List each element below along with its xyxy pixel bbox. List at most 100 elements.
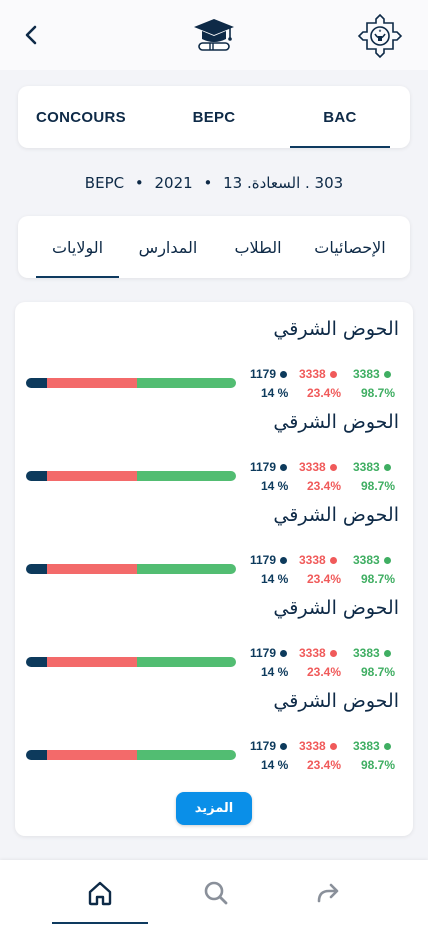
section-tabs: الولايات المدارس الطلاب الإحصائيات — [18, 216, 410, 278]
bar-segment-red — [47, 564, 138, 574]
dot-green-icon — [383, 742, 391, 750]
pct-dark: 14 % — [261, 758, 289, 772]
subtitle-year: 2021 — [154, 174, 193, 192]
pct-red: 23.4% — [307, 479, 342, 493]
pct-green: 98.7% — [361, 665, 396, 679]
search-icon — [204, 881, 228, 905]
pct-dark: 14 % — [261, 479, 289, 493]
stat-red: 3338 — [299, 367, 337, 381]
back-button[interactable] — [16, 20, 46, 50]
dot-red-icon — [329, 463, 337, 471]
pct-green: 98.7% — [361, 572, 396, 586]
pct-dark: 14 % — [261, 665, 289, 679]
region-name: الحوض الشرقي — [273, 690, 399, 712]
region-row[interactable]: الحوض الشرقي 3383 3338 1179 98.7% 23.4% 14 % — [15, 318, 413, 400]
dot-dark-icon — [280, 742, 288, 750]
nav-share[interactable] — [280, 860, 376, 926]
regions-card: الحوض الشرقي 3383 3338 1179 98.7% 23.4% 14 % ال… — [15, 302, 413, 836]
pct-dark: 14 % — [261, 572, 289, 586]
dot-dark-icon — [280, 370, 288, 378]
bar-segment-green — [137, 750, 236, 760]
region-row[interactable]: الحوض الشرقي 3383 3338 1179 98.7% 23.4% 14 % — [15, 690, 413, 772]
bar-segment-green — [137, 378, 236, 388]
region-row[interactable]: الحوض الشرقي 3383 3338 1179 98.7% 23.4% 14 % — [15, 504, 413, 586]
subtitle-separator: • — [203, 174, 213, 192]
subtitle-separator: • — [134, 174, 144, 192]
pct-green: 98.7% — [361, 386, 396, 400]
dot-red-icon — [329, 742, 337, 750]
stat-dark: 1179 — [250, 553, 288, 567]
nav-search[interactable] — [168, 860, 264, 926]
exam-tabs: CONCOURS BEPC BAC — [18, 86, 410, 148]
dot-green-icon — [383, 370, 391, 378]
bar-segment-red — [47, 378, 138, 388]
dot-red-icon — [329, 370, 337, 378]
region-name: الحوض الشرقي — [273, 504, 399, 526]
stat-dark: 1179 — [250, 739, 288, 753]
dot-green-icon — [383, 649, 391, 657]
region-progress-bar — [26, 750, 236, 760]
tab-concours[interactable]: CONCOURS — [24, 86, 138, 148]
pct-red: 23.4% — [307, 572, 342, 586]
chevron-left-icon — [25, 25, 37, 45]
tab-bepc[interactable]: BEPC — [158, 86, 270, 148]
tab-bac[interactable]: BAC — [280, 86, 400, 148]
tab-statistics[interactable]: الإحصائيات — [302, 216, 398, 278]
bottom-nav — [0, 860, 428, 926]
tab-students[interactable]: الطلاب — [224, 216, 292, 278]
bar-segment-green — [137, 657, 236, 667]
bar-segment-red — [47, 657, 138, 667]
bar-segment-red — [47, 750, 138, 760]
region-row[interactable]: الحوض الشرقي 3383 3338 1179 98.7% 23.4% 14 % — [15, 597, 413, 679]
stat-red: 3338 — [299, 460, 337, 474]
more-button[interactable]: المزيد — [176, 792, 252, 825]
stat-green: 3383 — [353, 460, 391, 474]
region-name: الحوض الشرقي — [273, 597, 399, 619]
bar-segment-dark — [26, 378, 47, 388]
tab-wilayas[interactable]: الولايات — [36, 216, 119, 278]
home-icon — [88, 881, 112, 906]
bar-segment-red — [47, 471, 138, 481]
share-icon — [317, 883, 339, 903]
region-name: الحوض الشرقي — [273, 411, 399, 433]
region-row[interactable]: الحوض الشرقي 3383 3338 1179 98.7% 23.4% 14 % — [15, 411, 413, 493]
subtitle-number: 13 — [223, 174, 243, 192]
dot-dark-icon — [280, 463, 288, 471]
pct-red: 23.4% — [307, 758, 342, 772]
pct-red: 23.4% — [307, 665, 342, 679]
bar-segment-dark — [26, 564, 47, 574]
national-emblem-icon — [357, 13, 403, 59]
region-progress-bar — [26, 657, 236, 667]
stat-red: 3338 — [299, 553, 337, 567]
graduation-cap-icon — [194, 19, 234, 51]
stat-green: 3383 — [353, 367, 391, 381]
dot-green-icon — [383, 463, 391, 471]
region-name: الحوض الشرقي — [273, 318, 399, 340]
stat-green: 3383 — [353, 646, 391, 660]
dot-red-icon — [329, 649, 337, 657]
stat-dark: 1179 — [250, 460, 288, 474]
stat-green: 3383 — [353, 739, 391, 753]
tab-schools[interactable]: المدارس — [130, 216, 206, 278]
dot-red-icon — [329, 556, 337, 564]
region-progress-bar — [26, 564, 236, 574]
nav-home[interactable] — [52, 860, 148, 926]
stat-green: 3383 — [353, 553, 391, 567]
bar-segment-green — [137, 471, 236, 481]
subtitle-exam: BEPC — [84, 174, 125, 192]
stat-red: 3338 — [299, 739, 337, 753]
pct-dark: 14 % — [261, 386, 289, 400]
dot-green-icon — [383, 556, 391, 564]
stat-dark: 1179 — [250, 367, 288, 381]
pct-red: 23.4% — [307, 386, 342, 400]
bar-segment-dark — [26, 471, 47, 481]
region-progress-bar — [26, 378, 236, 388]
bar-segment-dark — [26, 750, 47, 760]
pct-green: 98.7% — [361, 758, 396, 772]
stat-dark: 1179 — [250, 646, 288, 660]
stat-red: 3338 — [299, 646, 337, 660]
bar-segment-green — [137, 564, 236, 574]
subtitle-location: 303 . السعادة. — [247, 174, 344, 192]
pct-green: 98.7% — [361, 479, 396, 493]
bar-segment-dark — [26, 657, 47, 667]
